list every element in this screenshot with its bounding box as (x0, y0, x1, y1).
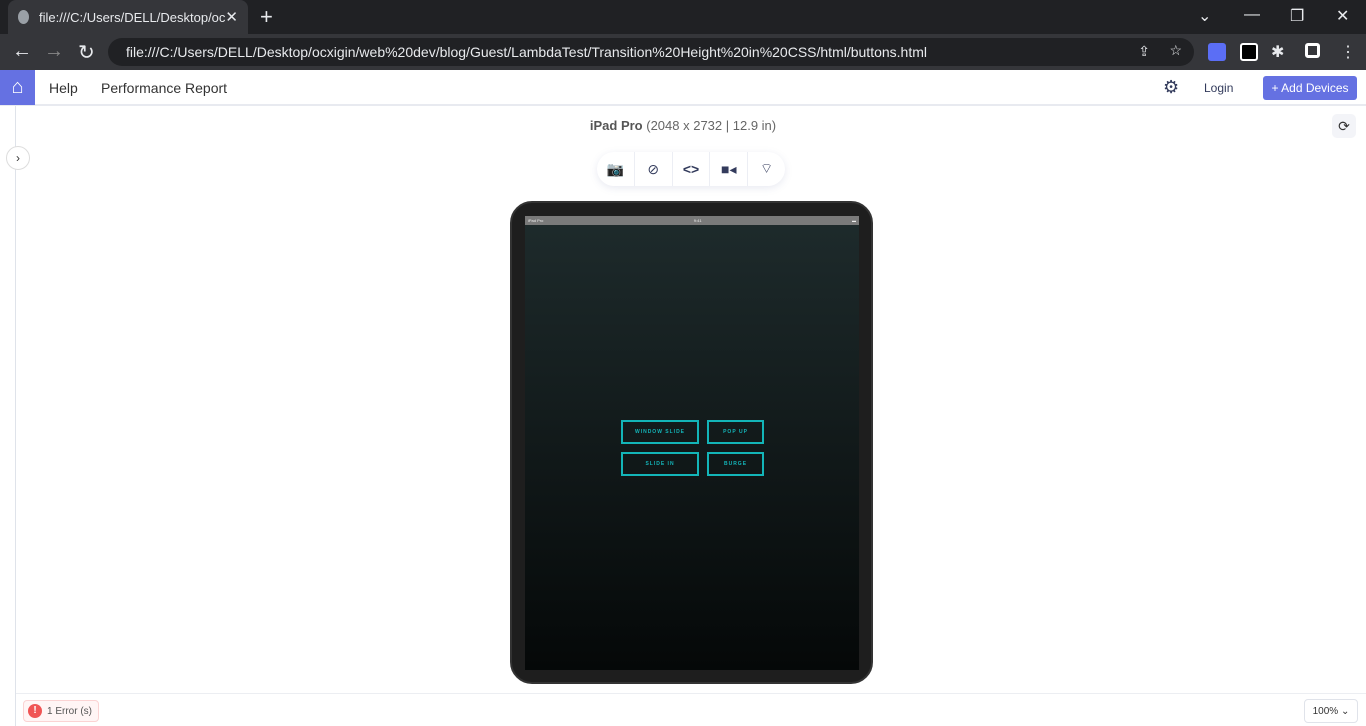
video-icon[interactable]: ■◂ (710, 152, 749, 186)
battery-icon: ▬ (851, 218, 856, 223)
forward-button[interactable]: → (44, 40, 64, 63)
help-link[interactable]: Help (49, 80, 78, 96)
share-icon[interactable]: ⇪ (1138, 43, 1150, 60)
camera-icon[interactable]: 📷 (597, 152, 635, 186)
app-header: ⌂ Help Performance Report ⚙ Login + Add … (0, 70, 1366, 106)
minimize-button[interactable]: — (1244, 6, 1260, 24)
status-carrier: iPad Pro (528, 218, 544, 223)
ipad-frame: iPad Pro 9:41 ▬ WINDOW SLIDE POP UP SLIDE … (510, 201, 873, 684)
burge-button[interactable]: BURGE (707, 452, 764, 476)
globe-icon (18, 10, 30, 24)
device-name: iPad Pro (589, 118, 643, 133)
reload-button[interactable]: ↻ (78, 40, 95, 65)
extension-icon[interactable] (1240, 43, 1258, 61)
error-count: 1 Error (s) (47, 705, 92, 717)
address-bar[interactable]: file:///C:/Users/DELL/Desktop/ocxigin/we… (108, 38, 1194, 66)
extension-icon[interactable] (1208, 43, 1226, 61)
device-specs: (2048 x 2732 | 12.9 in) (646, 118, 777, 133)
footer-divider (16, 693, 1366, 694)
status-time: 9:41 (693, 218, 702, 223)
sidebar-toggle-chevron-icon[interactable]: › (6, 146, 30, 170)
home-icon[interactable]: ⌂ (0, 70, 35, 105)
code-icon[interactable]: <> (673, 152, 711, 186)
window-slide-button[interactable]: WINDOW SLIDE (621, 420, 699, 444)
tab-search-icon[interactable]: ⌄ (1198, 6, 1211, 26)
side-panel-icon[interactable] (1305, 43, 1320, 58)
performance-report-link[interactable]: Performance Report (101, 80, 227, 96)
rotate-icon[interactable]: ⊘ (635, 152, 673, 186)
sidebar-divider (15, 106, 16, 726)
add-devices-button[interactable]: + Add Devices (1263, 76, 1357, 100)
device-status-bar: iPad Pro 9:41 ▬ (525, 216, 859, 225)
close-window-button[interactable]: ✕ (1336, 6, 1349, 26)
login-link[interactable]: Login (1204, 81, 1233, 95)
zoom-select[interactable]: 100% ⌄ (1304, 699, 1358, 723)
refresh-icon[interactable]: ⟳ (1332, 114, 1356, 138)
device-screen: iPad Pro 9:41 ▬ WINDOW SLIDE POP UP SLIDE … (525, 216, 859, 670)
gear-icon[interactable]: ⚙ (1163, 77, 1179, 98)
pop-up-button[interactable]: POP UP (707, 420, 764, 444)
puzzle-icon[interactable]: ✱ (1271, 42, 1284, 62)
device-toolbar: 📷 ⊘ <> ■◂ ⌔ (597, 152, 785, 186)
tab-title: file:///C:/Users/DELL/Desktop/oc (39, 9, 226, 25)
device-title: iPad Pro (2048 x 2732 | 12.9 in) (0, 118, 1366, 133)
restore-button[interactable]: ❐ (1290, 6, 1304, 26)
close-tab-icon[interactable]: ✕ (225, 8, 238, 26)
error-icon: ! (28, 704, 42, 718)
browser-tab-bar: file:///C:/Users/DELL/Desktop/oc ✕ + ⌄ —… (0, 0, 1366, 34)
url-text: file:///C:/Users/DELL/Desktop/ocxigin/we… (126, 44, 927, 60)
wifi-icon[interactable]: ⌔ (748, 152, 785, 186)
browser-toolbar: ← → ↻ file:///C:/Users/DELL/Desktop/ocxi… (0, 34, 1366, 70)
new-tab-button[interactable]: + (260, 4, 273, 30)
zoom-value: 100% (1312, 705, 1339, 717)
browser-tab[interactable]: file:///C:/Users/DELL/Desktop/oc ✕ (8, 0, 248, 34)
menu-dots-icon[interactable]: ⋮ (1340, 42, 1356, 62)
back-button[interactable]: ← (12, 40, 32, 63)
bookmark-star-icon[interactable]: ☆ (1169, 42, 1182, 59)
error-badge[interactable]: ! 1 Error (s) (23, 700, 99, 722)
chevron-down-icon: ⌄ (1340, 705, 1350, 717)
slide-in-button[interactable]: SLIDE IN (621, 452, 699, 476)
